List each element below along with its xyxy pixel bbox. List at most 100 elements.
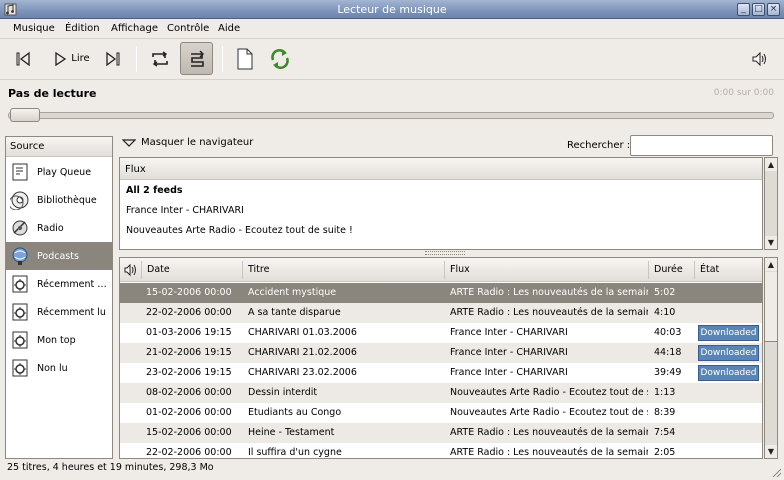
menu-musique[interactable]: Musique xyxy=(13,23,55,34)
track-scrollbar[interactable]: ▲ ▼ xyxy=(764,257,778,459)
menu-controle[interactable]: Contrôle xyxy=(167,23,209,34)
track-date: 22-02-2006 00:00 xyxy=(146,447,232,458)
track-list-header: Date Titre Flux Durée État xyxy=(120,258,762,282)
column-header-feed[interactable]: Flux xyxy=(450,264,470,275)
minimize-button[interactable]: _ xyxy=(737,3,750,16)
next-icon xyxy=(106,51,120,66)
properties-button[interactable] xyxy=(230,42,260,75)
menu-affichage[interactable]: Affichage xyxy=(111,23,158,34)
track-date: 01-03-2006 19:15 xyxy=(146,327,232,338)
toolbar-separator xyxy=(136,46,137,72)
menu-edition[interactable]: Édition xyxy=(65,23,100,34)
maximize-button[interactable]: □ xyxy=(752,3,765,16)
source-item-label: Bibliothèque xyxy=(37,194,97,206)
column-header-state[interactable]: État xyxy=(700,264,719,275)
column-header-title[interactable]: Titre xyxy=(248,264,269,275)
shuffle-icon xyxy=(190,50,204,67)
seek-thumb[interactable] xyxy=(10,108,40,122)
track-date: 01-02-2006 00:00 xyxy=(146,407,232,418)
browser-toggle[interactable]: Masquer le navigateur xyxy=(122,137,253,148)
source-item-récemment-lu[interactable]: Récemment lu xyxy=(6,298,112,326)
track-duration: 44:18 xyxy=(654,347,682,358)
playing-column-speaker-icon[interactable] xyxy=(123,263,139,277)
source-item-label: Play Queue xyxy=(37,166,92,178)
source-item-label: Récemment a... xyxy=(37,278,109,290)
track-row[interactable]: 22-02-2006 00:00 A sa tante disparue ARTE … xyxy=(120,303,762,323)
track-feed: Nouveautes Arte Radio - Ecoutez tout de … xyxy=(450,387,648,398)
track-title: CHARIVARI 01.03.2006 xyxy=(248,327,357,338)
scroll-thumb[interactable] xyxy=(765,272,777,342)
play-button[interactable]: Lire xyxy=(46,42,96,75)
track-row[interactable]: 21-02-2006 19:15 CHARIVARI 21.02.2006 Fran… xyxy=(120,343,762,363)
track-row[interactable]: 01-02-2006 00:00 Etudiants au Congo Nouvea… xyxy=(120,403,762,423)
scroll-down-arrow[interactable]: ▼ xyxy=(765,236,777,249)
feed-column-header[interactable]: Flux xyxy=(120,158,762,180)
source-column-header[interactable]: Source xyxy=(6,137,112,157)
scroll-up-arrow[interactable]: ▲ xyxy=(765,258,777,271)
download-status-badge: Downloaded xyxy=(698,365,759,381)
track-row[interactable]: 22-02-2006 00:00 Il suffira d'un cygne ART… xyxy=(120,443,762,458)
column-header-date[interactable]: Date xyxy=(147,264,170,275)
scroll-up-arrow[interactable]: ▲ xyxy=(765,158,777,171)
resize-grip-icon[interactable] xyxy=(770,466,782,478)
source-item-label: Récemment lu xyxy=(37,306,106,318)
feed-item[interactable]: France Inter - CHARIVARI xyxy=(126,205,244,216)
repeat-icon xyxy=(152,50,168,67)
download-status-badge: Downloaded xyxy=(698,325,759,341)
track-row[interactable]: 15-02-2006 00:00 Accident mystique ARTE Ra… xyxy=(120,283,762,303)
track-feed: ARTE Radio : Les nouveautés de la semain… xyxy=(450,427,648,438)
column-separator xyxy=(444,261,445,279)
track-feed: France Inter - CHARIVARI xyxy=(450,347,568,358)
pane-resize-handle[interactable] xyxy=(425,251,465,255)
source-item-biblioth-que[interactable]: Bibliothèque xyxy=(6,186,112,214)
browser-toggle-label: Masquer le navigateur xyxy=(141,137,254,148)
track-date: 15-02-2006 00:00 xyxy=(146,287,232,298)
source-item-label: Radio xyxy=(37,222,64,234)
track-duration: 1:13 xyxy=(654,387,676,398)
next-button[interactable] xyxy=(98,42,128,75)
source-item-radio[interactable]: Radio xyxy=(6,214,112,242)
source-item-podcasts[interactable]: Podcasts xyxy=(6,242,112,270)
track-row[interactable]: 23-02-2006 19:15 CHARIVARI 23.02.2006 Fran… xyxy=(120,363,762,383)
track-row[interactable]: 08-02-2006 00:00 Dessin interdit Nouveaute… xyxy=(120,383,762,403)
toolbar: Lire xyxy=(0,39,784,80)
track-feed: France Inter - CHARIVARI xyxy=(450,367,568,378)
seek-bar[interactable] xyxy=(8,112,774,119)
feed-browser: Flux All 2 feeds France Inter - CHARIVAR… xyxy=(119,157,763,250)
source-item-non-lu[interactable]: Non lu xyxy=(6,354,112,382)
source-item-play-queue[interactable]: Play Queue xyxy=(6,158,112,186)
now-playing-status: Pas de lecture xyxy=(8,87,97,100)
play-label: Lire xyxy=(71,53,90,64)
track-feed: Nouveautes Arte Radio - Ecoutez tout de … xyxy=(450,407,648,418)
close-button[interactable]: × xyxy=(767,3,780,16)
previous-button[interactable] xyxy=(8,42,38,75)
track-date: 08-02-2006 00:00 xyxy=(146,387,232,398)
search-label: Rechercher : xyxy=(567,140,631,151)
column-separator xyxy=(694,261,695,279)
search-input[interactable] xyxy=(630,135,773,156)
play-queue-icon xyxy=(12,163,28,181)
track-feed: ARTE Radio : Les nouveautés de la semain… xyxy=(450,447,648,458)
track-feed: ARTE Radio : Les nouveautés de la semain… xyxy=(450,287,648,298)
track-feed: France Inter - CHARIVARI xyxy=(450,327,568,338)
repeat-button[interactable] xyxy=(144,42,176,75)
refresh-button[interactable] xyxy=(264,42,296,75)
expander-down-icon xyxy=(122,138,136,147)
track-row[interactable]: 15-02-2006 00:00 Heine - Testament ARTE Ra… xyxy=(120,423,762,443)
feed-item[interactable]: All 2 feeds xyxy=(126,185,183,196)
time-display: 0:00 sur 0:00 xyxy=(713,88,774,98)
feed-item[interactable]: Nouveautes Arte Radio - Ecoutez tout de … xyxy=(126,225,353,236)
volume-button[interactable] xyxy=(744,42,774,75)
source-item-mon-top[interactable]: Mon top xyxy=(6,326,112,354)
menu-aide[interactable]: Aide xyxy=(218,23,240,34)
source-item-récemment-a[interactable]: Récemment a... xyxy=(6,270,112,298)
shuffle-button[interactable] xyxy=(180,42,213,75)
track-row[interactable]: 01-03-2006 19:15 CHARIVARI 01.03.2006 Fran… xyxy=(120,323,762,343)
source-item-label: Mon top xyxy=(37,334,76,346)
smart-playlist-icon xyxy=(12,359,28,377)
column-header-duration[interactable]: Durée xyxy=(654,264,683,275)
track-duration: 5:02 xyxy=(654,287,676,298)
scroll-down-arrow[interactable]: ▼ xyxy=(765,445,777,458)
feed-scrollbar[interactable]: ▲ ▼ xyxy=(764,157,778,250)
toolbar-separator xyxy=(222,46,223,72)
